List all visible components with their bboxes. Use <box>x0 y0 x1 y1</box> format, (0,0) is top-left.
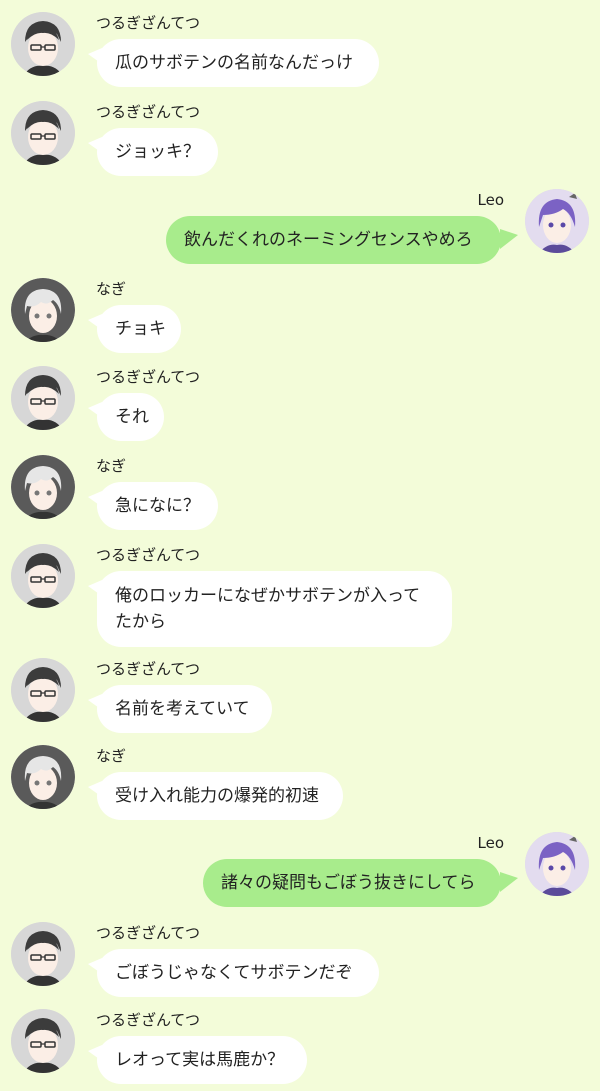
sender-name: つるぎざんてつ <box>96 103 200 121</box>
message-bubble: 受け入れ能力の爆発的初速 <box>97 772 343 820</box>
avatar-tsurugi[interactable] <box>11 1009 75 1073</box>
avatar-tsurugi[interactable] <box>11 101 75 165</box>
message-text-line: たから <box>115 612 166 632</box>
message-text: それ <box>115 407 149 427</box>
message-bubble: 俺のロッカーになぜかサボテンが入って たから <box>97 571 452 647</box>
avatar-nagi[interactable] <box>11 455 75 519</box>
sender-name: なぎ <box>96 457 127 475</box>
avatar-leo[interactable] <box>525 832 589 896</box>
sender-name: つるぎざんてつ <box>96 368 200 386</box>
avatar-tsurugi[interactable] <box>11 922 75 986</box>
avatar-nagi[interactable] <box>11 745 75 809</box>
sender-name: つるぎざんてつ <box>96 1011 200 1029</box>
message-text-line: 俺のロッカーになぜかサボテンが入って <box>115 586 421 606</box>
message-bubble: 急になに？ <box>97 482 218 530</box>
message-bubble: 名前を考えていて <box>97 685 272 733</box>
avatar-tsurugi[interactable] <box>11 12 75 76</box>
avatar-tsurugi[interactable] <box>11 544 75 608</box>
message-text: 飲んだくれのネーミングセンスやめろ <box>184 230 473 250</box>
message-text: 急になに？ <box>115 496 200 516</box>
message-bubble: ごぼうじゃなくてサボテンだぞ <box>97 949 379 997</box>
message-bubble: ジョッキ？ <box>97 128 218 176</box>
avatar-tsurugi[interactable] <box>11 366 75 430</box>
sender-name: なぎ <box>96 747 127 765</box>
message-bubble: 瓜のサボテンの名前なんだっけ <box>97 39 379 87</box>
avatar-tsurugi[interactable] <box>11 658 75 722</box>
sender-name: Leo <box>477 191 505 209</box>
message-text: 諸々の疑問もごぼう抜きにしてら <box>221 873 476 893</box>
avatar-nagi[interactable] <box>11 278 75 342</box>
message-text: 瓜のサボテンの名前なんだっけ <box>115 53 353 73</box>
bubble-tail <box>500 229 518 249</box>
sender-name: つるぎざんてつ <box>96 546 200 564</box>
message-bubble: レオって実は馬鹿か？ <box>97 1036 307 1084</box>
sender-name: つるぎざんてつ <box>96 14 200 32</box>
sender-name: つるぎざんてつ <box>96 924 200 942</box>
message-bubble: 諸々の疑問もごぼう抜きにしてら <box>203 859 501 907</box>
message-bubble: それ <box>97 393 164 441</box>
message-text: ジョッキ？ <box>115 142 200 162</box>
message-text: レオって実は馬鹿か？ <box>115 1050 285 1070</box>
avatar-leo[interactable] <box>525 189 589 253</box>
message-text: ごぼうじゃなくてサボテンだぞ <box>115 963 353 983</box>
sender-name: つるぎざんてつ <box>96 660 200 678</box>
bubble-tail <box>500 872 518 892</box>
message-bubble: 飲んだくれのネーミングセンスやめろ <box>166 216 501 264</box>
chat-log: つるぎざんてつ 瓜のサボテンの名前なんだっけ つるぎざんてつ ジョッキ？ Leo… <box>0 0 600 1091</box>
message-bubble: チョキ <box>97 305 181 353</box>
sender-name: なぎ <box>96 280 127 298</box>
message-text: チョキ <box>115 319 166 339</box>
sender-name: Leo <box>477 834 505 852</box>
message-text: 名前を考えていて <box>115 699 250 719</box>
message-text: 受け入れ能力の爆発的初速 <box>115 786 319 806</box>
